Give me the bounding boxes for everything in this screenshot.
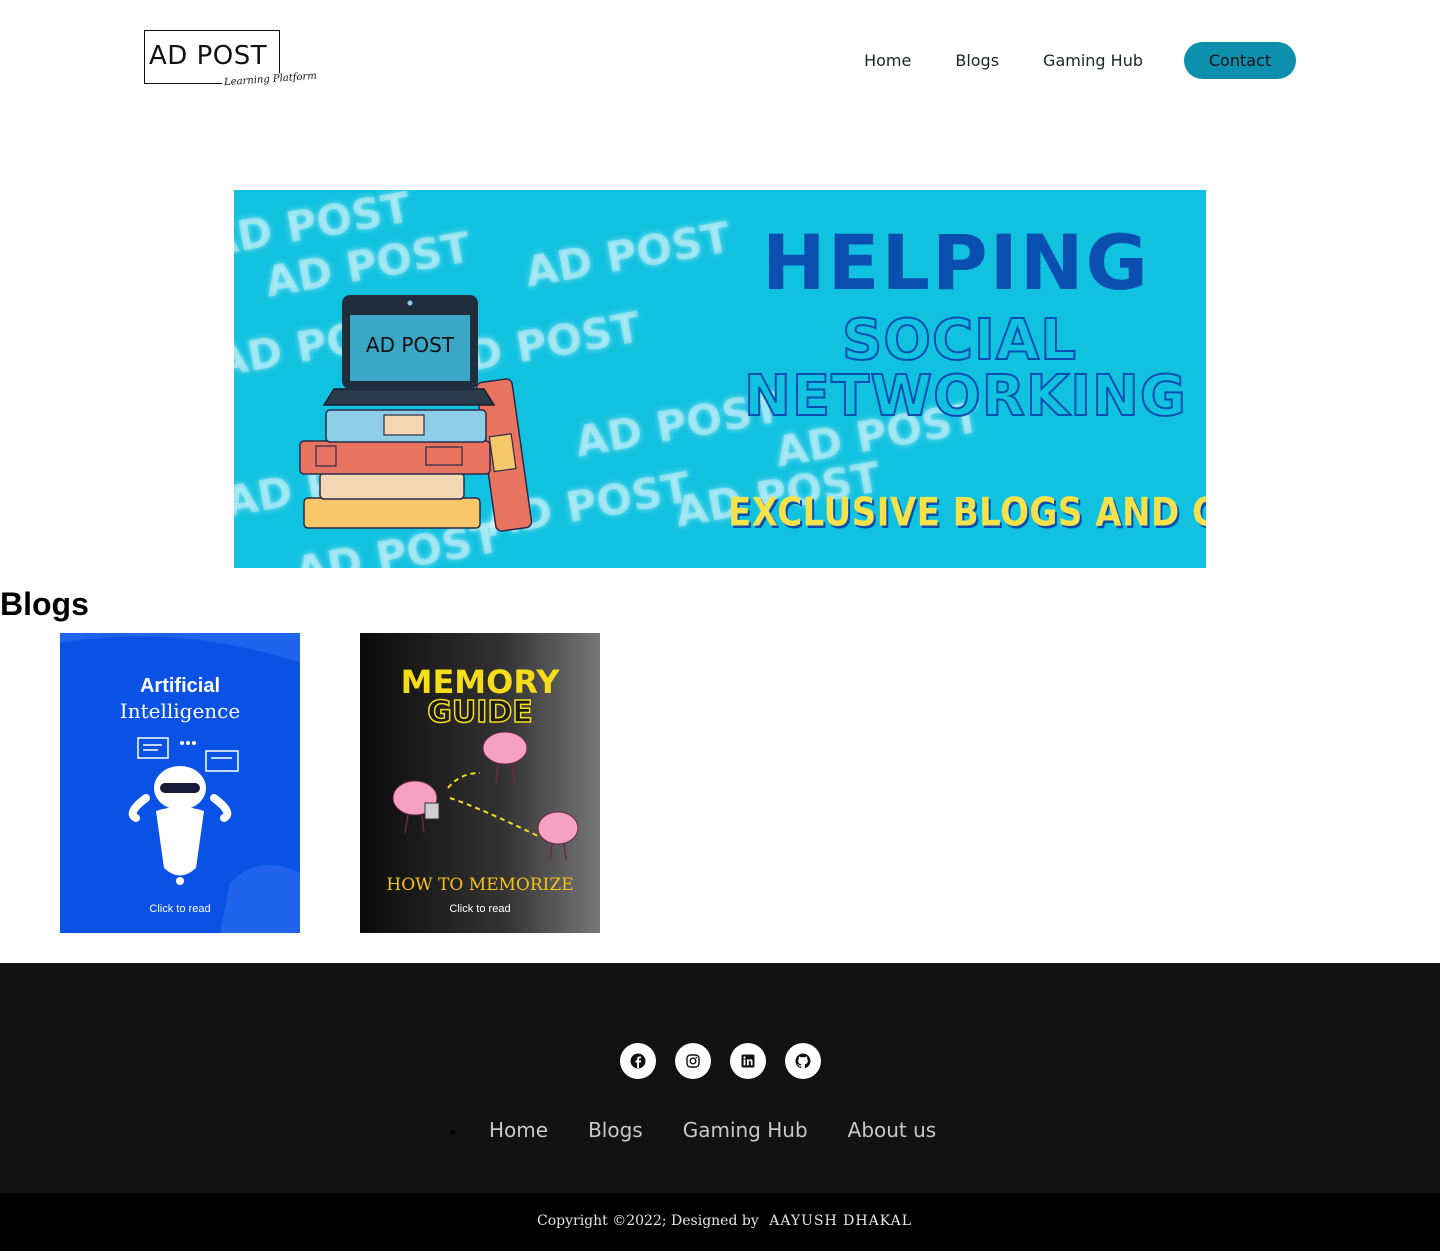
hero-tagline: EXCLUSIVE BLOGS AND CONTENTS <box>728 490 1206 536</box>
list-bullet <box>450 1129 455 1135</box>
nav-gaming-hub[interactable]: Gaming Hub <box>1021 51 1165 70</box>
contact-button[interactable]: Contact <box>1184 42 1296 79</box>
author-name[interactable]: AAYUSH DHAKAL <box>769 1213 912 1229</box>
hero-banner: AD POST AD POST AD POST AD POST AD POST … <box>234 190 1206 568</box>
ai-card-title-line2: Intelligence <box>119 699 241 723</box>
github-icon[interactable] <box>785 1043 821 1079</box>
robot-icon <box>128 737 239 885</box>
memory-card-subtitle: HOW TO MEMORIZE <box>386 875 574 895</box>
brain-characters-illustration <box>392 731 579 861</box>
site-footer: Home Blogs Gaming Hub About us <box>0 963 1440 1193</box>
linkedin-icon[interactable] <box>730 1043 766 1079</box>
memory-card-title-line2: GUIDE <box>426 694 533 731</box>
main-nav: Home Blogs Gaming Hub Contact <box>842 42 1296 79</box>
nav-home[interactable]: Home <box>842 51 933 70</box>
ai-card-cta: Click to read <box>149 903 211 915</box>
footer-link-home[interactable]: Home <box>489 1118 548 1142</box>
hero-headline-networking: NETWORKING <box>743 363 1187 430</box>
footer-link-blogs[interactable]: Blogs <box>588 1118 643 1142</box>
logo-wordmark: AD POST <box>149 41 268 71</box>
site-logo[interactable]: AD POST Learning Platform <box>144 30 320 90</box>
memory-card-cta: Click to read <box>449 903 511 915</box>
instagram-icon[interactable] <box>675 1043 711 1079</box>
ai-card-title-line1: Artificial <box>139 675 221 697</box>
laptop-logo: AD POST <box>366 333 455 357</box>
nav-blogs[interactable]: Blogs <box>933 51 1021 70</box>
books-laptop-illustration: AD POST <box>299 295 533 532</box>
site-header: AD POST Learning Platform Home Blogs Gam… <box>0 0 1440 120</box>
social-links <box>620 1043 821 1079</box>
footer-link-gaming-hub[interactable]: Gaming Hub <box>683 1118 808 1142</box>
footer-link-about-us[interactable]: About us <box>848 1118 937 1142</box>
copyright-text: Copyright ©2022; Designed by AAYUSH DHAK… <box>537 1213 912 1229</box>
hero-headline-helping: HELPING <box>762 218 1150 307</box>
copyright-bar: Copyright ©2022; Designed by AAYUSH DHAK… <box>0 1193 1440 1251</box>
blog-card-memory[interactable]: MEMORY GUIDE HOW TO MEMORIZE Click to re… <box>360 633 600 933</box>
copyright-label: Copyright ©2022; Designed by <box>537 1213 759 1229</box>
footer-nav: Home Blogs Gaming Hub About us <box>450 1118 976 1142</box>
hero-watermark: AD POST <box>521 212 735 297</box>
facebook-icon[interactable] <box>620 1043 656 1079</box>
blog-card-ai[interactable]: Artificial Intelligence Click to read <box>60 633 300 933</box>
blogs-heading: Blogs <box>0 586 89 622</box>
